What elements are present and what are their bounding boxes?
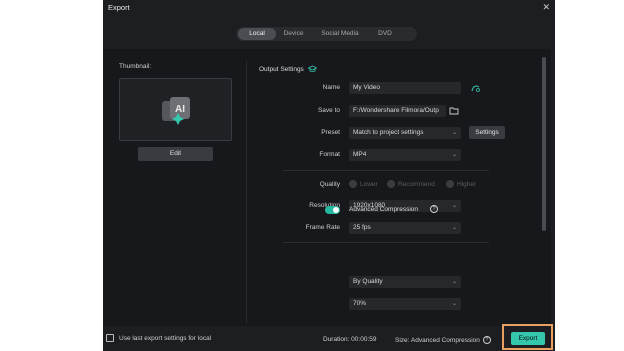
compression-mode-select[interactable]: By Quality ⌄: [349, 276, 461, 288]
format-label: Format: [319, 151, 340, 158]
export-tabs: Local Device Social Media DVD: [236, 27, 417, 41]
section-divider: [283, 242, 489, 243]
output-settings-title: Output Settings: [259, 65, 317, 73]
use-last-settings-label: Use last export settings for local: [119, 334, 212, 342]
dialog-title: Export: [108, 3, 130, 12]
quality-higher-label: Higher: [457, 180, 477, 188]
thumbnail-edit-button[interactable]: Edit: [138, 147, 213, 161]
name-label: Name: [322, 84, 340, 91]
tab-device[interactable]: Device: [276, 28, 311, 40]
preset-select[interactable]: Match to project settings ⌄: [349, 127, 461, 139]
folder-icon[interactable]: [449, 106, 459, 115]
svg-text:AI: AI: [175, 104, 185, 115]
chevron-down-icon: ⌄: [451, 203, 457, 209]
close-icon[interactable]: ✕: [542, 2, 550, 12]
preset-settings-button[interactable]: Settings: [469, 126, 505, 139]
help-icon[interactable]: ?: [430, 205, 438, 213]
tab-dvd[interactable]: DVD: [369, 28, 401, 40]
advanced-compression-label: Advanced Compression: [349, 206, 419, 213]
output-settings-label: Output Settings: [259, 65, 304, 73]
chevron-down-icon: ⌄: [451, 152, 457, 158]
radio-circle: [387, 180, 395, 188]
chevron-down-icon: ⌄: [451, 301, 457, 307]
preset-value: Match to project settings: [353, 129, 424, 136]
use-last-settings-checkbox[interactable]: Use last export settings for local: [106, 334, 211, 342]
checkbox-box: [106, 334, 114, 342]
format-value: MP4: [353, 151, 367, 158]
quality-lower-label: Lower: [360, 180, 378, 188]
quality-label: Quality: [319, 181, 340, 188]
panel-divider: [246, 61, 247, 323]
frame-rate-label: Frame Rate: [305, 224, 340, 231]
duration-text: Duration: 00:00:59: [323, 336, 377, 343]
preset-label: Preset: [321, 129, 340, 136]
ai-rename-icon[interactable]: [471, 83, 481, 93]
frame-rate-select[interactable]: 25 fps ⌄: [349, 222, 461, 234]
graduation-cap-icon: [307, 65, 317, 73]
toggle-knob: [333, 207, 339, 213]
ai-thumbnail-icon: AI: [162, 97, 190, 125]
export-footer: Use last export settings for local Durat…: [103, 328, 555, 351]
compression-percent-select[interactable]: 70% ⌄: [349, 298, 461, 310]
radio-circle: [349, 180, 357, 188]
export-content: Thumbnail: AI Edit Output Settings Name …: [103, 49, 551, 326]
chevron-down-icon: ⌄: [451, 279, 457, 285]
quality-higher-radio[interactable]: Higher: [446, 180, 476, 188]
quality-lower-radio[interactable]: Lower: [349, 180, 378, 188]
compression-percent-value: 70%: [353, 300, 367, 307]
export-dialog: Export ✕ Local Device Social Media DVD T…: [103, 0, 555, 351]
chevron-down-icon: ⌄: [451, 225, 457, 231]
tab-social-media[interactable]: Social Media: [311, 28, 369, 40]
help-icon[interactable]: ?: [482, 336, 491, 344]
save-to-input[interactable]: F:/Wondershare Filmora/Outp: [349, 105, 446, 117]
compression-mode-value: By Quality: [353, 278, 383, 285]
size-text: Size: Advanced Compression: [395, 336, 480, 344]
size-info: Size: Advanced Compression ?: [395, 336, 491, 344]
quality-recommend-label: Recommend: [398, 180, 435, 188]
tab-local[interactable]: Local: [238, 28, 276, 40]
chevron-down-icon: ⌄: [451, 130, 457, 136]
section-divider: [283, 170, 489, 171]
thumbnail-preview[interactable]: AI: [119, 78, 232, 141]
quality-recommend-radio[interactable]: Recommend: [387, 180, 435, 188]
advanced-compression-toggle[interactable]: [325, 206, 340, 214]
scrollbar[interactable]: [542, 57, 546, 231]
title-bar: Export ✕: [103, 0, 555, 18]
frame-rate-value: 25 fps: [353, 224, 371, 231]
thumbnail-label: Thumbnail:: [119, 63, 152, 70]
radio-circle: [446, 180, 454, 188]
save-to-label: Save to: [317, 107, 340, 114]
format-select[interactable]: MP4 ⌄: [349, 149, 461, 161]
name-input[interactable]: My Video: [349, 82, 461, 94]
export-button[interactable]: Export: [511, 332, 545, 345]
